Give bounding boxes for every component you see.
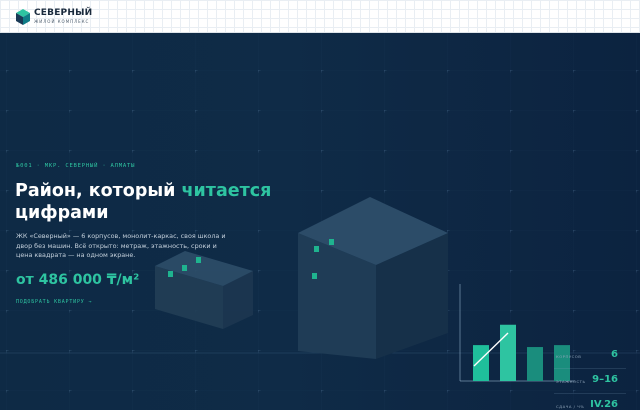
title-part2: цифрами — [15, 203, 109, 223]
title-accent: читается — [181, 181, 272, 201]
page-title: Район, который читается цифрами — [15, 180, 335, 224]
stat-value: IV.26 — [590, 399, 618, 410]
price-per-sqm: от 486 000 ₸/м² — [16, 272, 140, 288]
hero-description: ЖК «Северный» — 6 корпусов, монолит-карк… — [16, 232, 226, 259]
stat-label: ЭТАЖНОСТЬ — [556, 379, 586, 384]
stat-row-delivery: СДАЧА / Ч% IV.26 — [554, 393, 626, 410]
top-bar: СЕВЕРНЫЙ ЖИЛОЙ КОМПЛЕКС — [0, 0, 640, 33]
chart-bar — [473, 345, 489, 381]
stat-label: КОРПУСОВ — [556, 354, 582, 359]
stat-value: 9–16 — [592, 374, 618, 385]
logo-cube-icon — [16, 9, 30, 25]
logo[interactable]: СЕВЕРНЫЙ ЖИЛОЙ КОМПЛЕКС — [16, 8, 106, 26]
title-part1: Район, который — [15, 181, 182, 201]
stat-value: 6 — [611, 349, 618, 360]
pick-apartment-link[interactable]: ПОДОБРАТЬ КВАРТИРУ → — [16, 299, 92, 305]
hero-section: №001 · МКР. СЕВЕРНЫЙ · АЛМАТЫ Район, кот… — [0, 33, 640, 410]
stat-label: СДАЧА / Ч% — [556, 404, 585, 409]
logo-title: СЕВЕРНЫЙ — [34, 8, 93, 18]
chart-bar — [527, 347, 543, 381]
stats-panel: КОРПУСОВ 6 ЭТАЖНОСТЬ 9–16 СДАЧА / Ч% IV.… — [554, 344, 626, 410]
stat-row-floors: ЭТАЖНОСТЬ 9–16 — [554, 368, 626, 393]
stat-row-buildings: КОРПУСОВ 6 — [554, 344, 626, 368]
eyebrow-location: №001 · МКР. СЕВЕРНЫЙ · АЛМАТЫ — [16, 163, 136, 169]
logo-subtitle: ЖИЛОЙ КОМПЛЕКС — [34, 19, 90, 24]
